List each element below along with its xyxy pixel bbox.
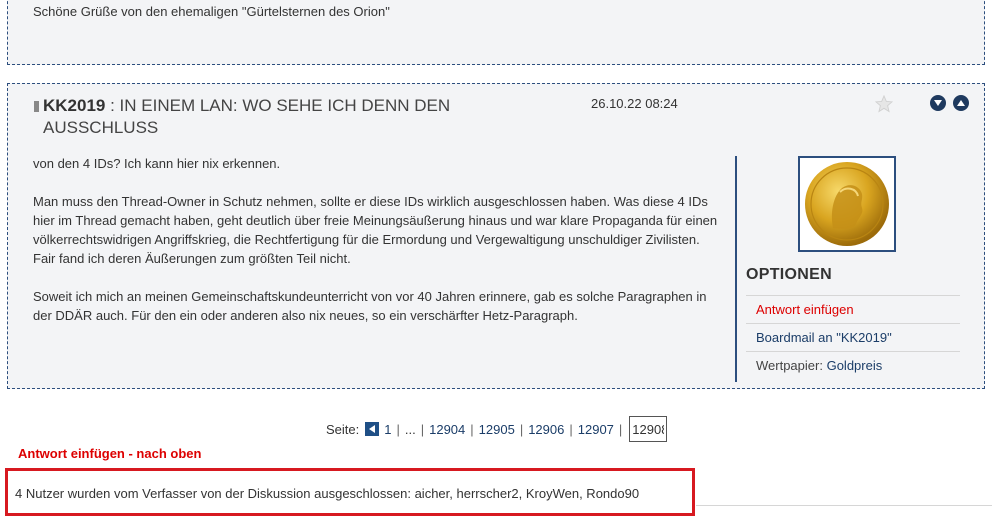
- page-separator: |: [569, 421, 573, 437]
- post-paragraph: von den 4 IDs? Ich kann hier nix erkenne…: [33, 156, 281, 171]
- page-link[interactable]: 12904: [429, 422, 465, 437]
- page-link[interactable]: 12905: [479, 422, 515, 437]
- gold-coin-avatar-image: [800, 158, 894, 250]
- post-marker: [34, 101, 39, 112]
- page-separator: |: [519, 421, 524, 437]
- post-body: von den 4 IDs? Ich kann hier nix erkenne…: [33, 154, 723, 344]
- page-number-input[interactable]: [629, 416, 668, 442]
- pagination: Seite: 1 | ... | 12904 | 12905 | 12906 |…: [326, 414, 668, 444]
- page-link[interactable]: 12906: [528, 422, 564, 437]
- prev-page-button[interactable]: [365, 422, 380, 436]
- sidebar-divider: [735, 156, 737, 382]
- page-separator: |: [420, 421, 425, 437]
- star-icon[interactable]: [875, 95, 893, 113]
- scroll-up-button[interactable]: [953, 95, 969, 111]
- excluded-users-notice: 4 Nutzer wurden vom Verfasser von der Di…: [5, 468, 695, 516]
- security-label: Wertpapier:: [756, 358, 823, 373]
- page-ellipsis: ...: [404, 421, 416, 437]
- avatar[interactable]: [798, 156, 896, 252]
- forum-post: KK2019 : IN EINEM LAN: WO SEHE ICH DENN …: [7, 83, 985, 389]
- options-list: Antwort einfügen Boardmail an "KK2019" W…: [746, 295, 960, 379]
- title-separator: :: [105, 96, 120, 115]
- security-option: Wertpapier: Goldpreis: [746, 351, 960, 379]
- post-author[interactable]: KK2019: [43, 96, 105, 115]
- page-link[interactable]: 12907: [578, 422, 614, 437]
- post-paragraph: Soweit ich mich an meinen Gemeinschaftsk…: [33, 289, 707, 323]
- page-separator: |: [470, 421, 474, 437]
- security-link[interactable]: Goldpreis: [827, 358, 883, 373]
- post-paragraph: Man muss den Thread-Owner in Schutz nehm…: [33, 194, 718, 266]
- page-separator: |: [396, 421, 400, 437]
- scroll-down-button[interactable]: [930, 95, 946, 111]
- reply-option[interactable]: Antwort einfügen: [746, 295, 960, 323]
- chevron-down-icon: [934, 100, 942, 106]
- post-date: 26.10.22 08:24: [591, 96, 678, 111]
- chevron-left-icon: [368, 425, 375, 433]
- reply-top-link[interactable]: Antwort einfügen - nach oben: [18, 446, 201, 461]
- page-separator: |: [618, 421, 623, 437]
- divider: [696, 505, 992, 506]
- previous-post-text: Schöne Grüße von den ehemaligen "Gürtels…: [33, 4, 390, 19]
- post-title: KK2019 : IN EINEM LAN: WO SEHE ICH DENN …: [43, 95, 483, 139]
- previous-post: Schöne Grüße von den ehemaligen "Gürtels…: [7, 0, 985, 65]
- chevron-up-icon: [957, 100, 965, 106]
- pagination-label: Seite:: [326, 421, 360, 437]
- options-title: OPTIONEN: [746, 266, 832, 283]
- boardmail-option[interactable]: Boardmail an "KK2019": [746, 323, 960, 351]
- page-link-first[interactable]: 1: [384, 422, 391, 437]
- excluded-users-text: 4 Nutzer wurden vom Verfasser von der Di…: [15, 486, 640, 501]
